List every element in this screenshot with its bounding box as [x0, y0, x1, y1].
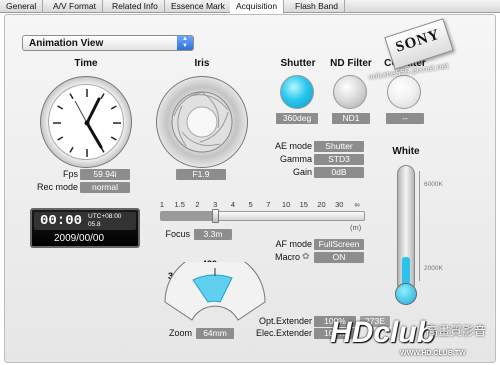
clock-face [48, 84, 124, 160]
focus-tick-label: 7 [266, 200, 271, 209]
tab-essence-mark[interactable]: Essence Mark [165, 0, 232, 13]
nd-filter-title: ND Filter [330, 58, 372, 69]
zoom-value: 64mm [196, 328, 234, 339]
view-select[interactable]: Animation View ▲ ▼ [22, 35, 194, 51]
thermometer-bulb [395, 283, 417, 305]
ae-mode-label: AE mode [274, 141, 312, 151]
rec-mode-label: Rec mode [36, 182, 78, 192]
ae-mode-value: Shutter [314, 141, 364, 152]
white-low-label: 2000K [424, 265, 443, 272]
fps-label: Fps [62, 169, 78, 179]
macro-flower-icon: ✿ [302, 251, 310, 261]
focus-unit: (m) [350, 223, 362, 232]
clock-dial [40, 76, 132, 168]
timecode-tz-sub: 05.8 [88, 221, 101, 228]
focus-tick-label: 4 [230, 200, 235, 209]
focus-slider-fill [161, 212, 214, 220]
macro-value: ON [314, 252, 364, 263]
time-title: Time [74, 58, 98, 69]
focus-tick-label: 2 [195, 200, 200, 209]
timecode-display: 00:00 UTC+08:00 05.8 2009/00/00 [30, 208, 140, 248]
focus-slider-thumb[interactable] [212, 209, 219, 223]
elec-extender-label: Elec.Extender [255, 328, 312, 338]
focus-tick-label: 15 [299, 200, 308, 209]
nd-filter-button[interactable] [333, 75, 367, 109]
focus-tick-label: ∞ [354, 200, 360, 209]
tab-general[interactable]: General [0, 0, 44, 13]
cc-filter-button[interactable] [387, 75, 421, 109]
opt-extender-label: Opt.Extender [258, 316, 312, 326]
white-balance-gauge [388, 157, 428, 307]
gamma-value: STD3 [314, 154, 364, 165]
fps-value: 59.94i [80, 169, 130, 180]
iris-dial [156, 76, 248, 168]
focus-tick-label: 3 [213, 200, 218, 209]
focus-tick-label: 30 [335, 200, 344, 209]
iris-value: F1.9 [176, 169, 226, 180]
focus-tick-label: 20 [317, 200, 326, 209]
tab-flash-band[interactable]: Flash Band [289, 0, 345, 13]
shutter-value: 360deg [276, 113, 318, 124]
gamma-label: Gamma [279, 154, 312, 164]
af-mode-value: FullScreen [314, 239, 364, 250]
cc-filter-value: -- [386, 113, 424, 124]
tab-bar: General A/V Format Related Info Essence … [0, 0, 500, 14]
tab-acquisition[interactable]: Acquisition [230, 0, 285, 14]
hdclub-logo-text: HDclub [330, 316, 435, 349]
tab-related-info[interactable]: Related Info [106, 0, 165, 13]
sony-logo-text: SONY [393, 26, 443, 56]
macro-label: Macro [274, 252, 300, 262]
focus-label: Focus [165, 229, 190, 239]
focus-tick-label: 10 [281, 200, 291, 209]
focus-value: 3.3m [194, 229, 232, 240]
hdclub-chinese-text: 高畫質影音 [426, 324, 487, 338]
af-mode-label: AF mode [275, 239, 312, 249]
focus-slider[interactable] [160, 209, 365, 223]
focus-tick-label: 5 [248, 200, 253, 209]
timecode-time: 00:00 [40, 213, 83, 229]
select-arrows-icon: ▲ ▼ [177, 36, 193, 50]
rec-mode-value: normal [80, 182, 130, 193]
gain-label: Gain [292, 167, 312, 177]
nd-filter-value: ND1 [332, 113, 370, 124]
tab-av-format[interactable]: A/V Format [47, 0, 103, 13]
gain-value: 0dB [314, 167, 364, 178]
hdclub-watermark: HDclub 高畫質影音 WWW.HD.CLUB.TW [330, 316, 495, 360]
hdclub-url-text: WWW.HD.CLUB.TW [400, 350, 466, 357]
iris-title: Iris [194, 58, 210, 69]
focus-tick-label: 1 [159, 200, 165, 209]
aperture-icon [171, 91, 233, 153]
clock-hands-icon [53, 89, 121, 157]
timecode-date: 2009/00/00 [54, 233, 105, 244]
zoom-label: Zoom [168, 328, 192, 338]
white-title: White [392, 146, 420, 157]
shutter-title: Shutter [280, 58, 316, 69]
shutter-button[interactable] [280, 75, 314, 109]
timecode-tz: UTC+08:00 [88, 213, 122, 220]
focus-tick-label: 1.5 [174, 200, 185, 209]
white-high-label: 6000K [424, 181, 443, 188]
view-select-value: Animation View [29, 38, 104, 49]
